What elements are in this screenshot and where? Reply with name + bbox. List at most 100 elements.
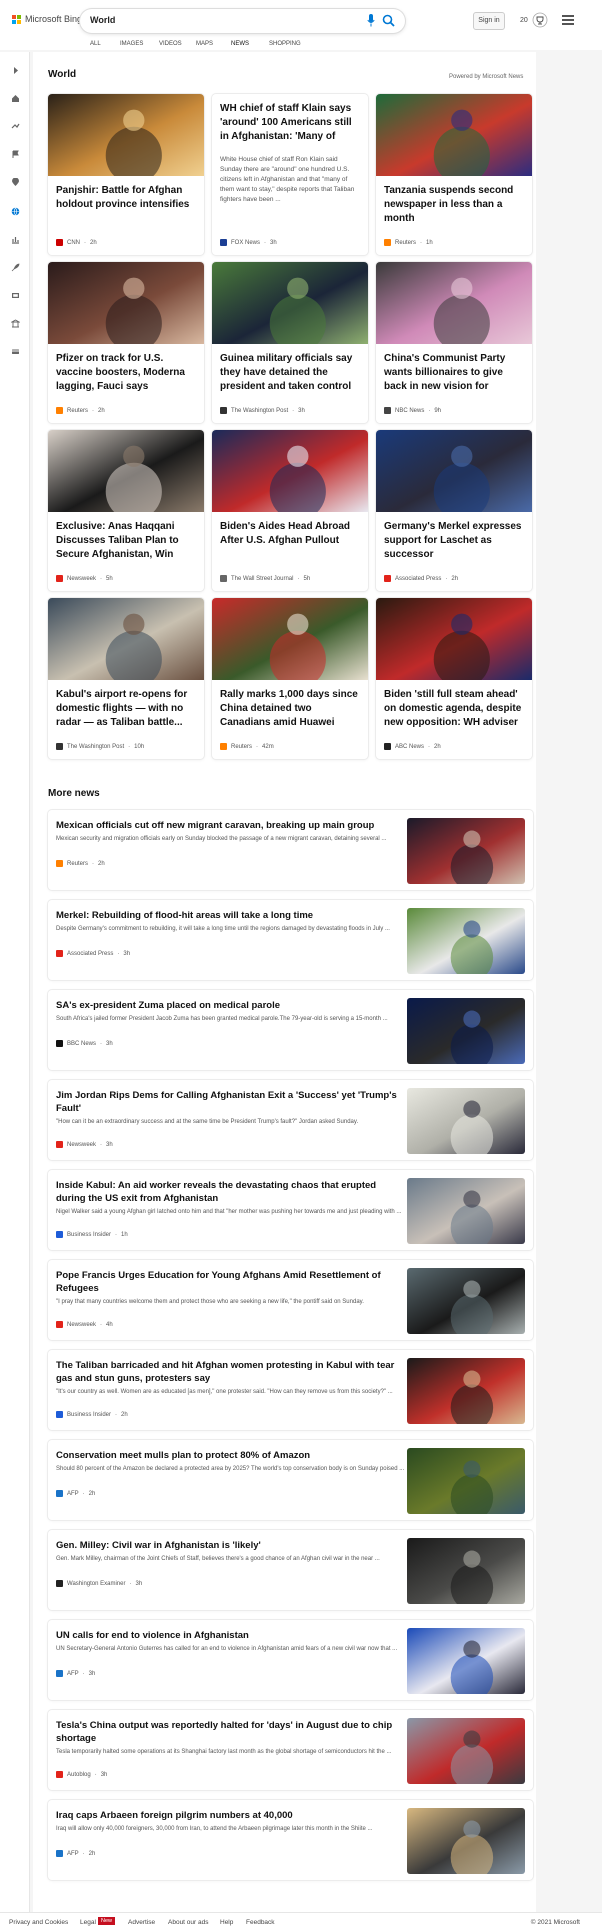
news-source[interactable]: Associated Press · 3h	[56, 950, 130, 957]
news-source[interactable]: AFP · 2h	[56, 1490, 95, 1497]
footer-link-legal[interactable]: Legal	[80, 1919, 96, 1926]
building-icon[interactable]	[11, 319, 20, 328]
exchange-icon[interactable]	[11, 122, 20, 131]
tab-news[interactable]: NEWS	[231, 41, 249, 56]
card-icon[interactable]	[11, 347, 20, 356]
card-title[interactable]: Kabul's airport re-opens for domestic fl…	[56, 688, 196, 730]
card-title[interactable]: Rally marks 1,000 days since China detai…	[220, 688, 360, 731]
news-card[interactable]: Kabul's airport re-opens for domestic fl…	[48, 598, 204, 759]
news-list-item[interactable]: Gen. Milley: Civil war in Afghanistan is…	[48, 1530, 533, 1610]
rewards-trophy-icon[interactable]	[532, 12, 548, 28]
news-title[interactable]: Tesla's China output was reportedly halt…	[56, 1719, 406, 1745]
news-card[interactable]: Panjshir: Battle for Afghan holdout prov…	[48, 94, 204, 255]
search-icon[interactable]	[382, 14, 395, 27]
news-list-item[interactable]: SA's ex-president Zuma placed on medical…	[48, 990, 533, 1070]
news-card[interactable]: Biden's Aides Head Abroad After U.S. Afg…	[212, 430, 368, 591]
news-card[interactable]: Guinea military officials say they have …	[212, 262, 368, 423]
microphone-icon[interactable]	[367, 14, 375, 27]
news-image[interactable]	[407, 1088, 525, 1160]
card-source[interactable]: CNN · 2h	[56, 239, 97, 246]
card-title[interactable]: Guinea military officials say they have …	[220, 352, 360, 395]
news-image[interactable]	[407, 818, 525, 890]
search-box[interactable]: World	[80, 9, 405, 33]
news-title[interactable]: Inside Kabul: An aid worker reveals the …	[56, 1179, 406, 1205]
news-image[interactable]	[407, 1628, 525, 1700]
bing-logo[interactable]: Microsoft Bing	[12, 14, 82, 24]
tab-all[interactable]: ALL	[90, 41, 101, 50]
news-title[interactable]: Iraq caps Arbaeen foreign pilgrim number…	[56, 1809, 406, 1822]
chart-icon[interactable]	[11, 235, 20, 244]
flag-icon[interactable]	[11, 150, 20, 159]
card-title[interactable]: WH chief of staff Klain says 'around' 10…	[220, 102, 360, 145]
news-image[interactable]	[407, 1808, 525, 1880]
card-title[interactable]: Panjshir: Battle for Afghan holdout prov…	[56, 184, 196, 212]
powered-by[interactable]: Powered by Microsoft News	[449, 74, 523, 80]
news-title[interactable]: The Taliban barricaded and hit Afghan wo…	[56, 1359, 406, 1385]
news-source[interactable]: Reuters · 2h	[56, 860, 105, 867]
news-card[interactable]: Exclusive: Anas Haqqani Discusses Taliba…	[48, 430, 204, 591]
news-source[interactable]: Autoblog · 3h	[56, 1771, 107, 1778]
card-source[interactable]: Newsweek · 5h	[56, 575, 113, 582]
news-image[interactable]	[407, 998, 525, 1070]
location-icon[interactable]	[11, 178, 20, 187]
tab-images[interactable]: IMAGES	[120, 41, 143, 50]
news-list-item[interactable]: Jim Jordan Rips Dems for Calling Afghani…	[48, 1080, 533, 1160]
news-card[interactable]: Pfizer on track for U.S. vaccine booster…	[48, 262, 204, 423]
news-title[interactable]: Conservation meet mulls plan to protect …	[56, 1449, 406, 1462]
card-image[interactable]	[212, 430, 368, 521]
rewards-points[interactable]: 20	[520, 17, 528, 24]
news-title[interactable]: Gen. Milley: Civil war in Afghanistan is…	[56, 1539, 406, 1552]
globe-icon[interactable]	[11, 207, 20, 216]
card-image[interactable]	[48, 94, 204, 185]
news-card[interactable]: WH chief of staff Klain says 'around' 10…	[212, 94, 368, 255]
tab-shopping[interactable]: SHOPPING	[269, 41, 301, 50]
footer-link-feedback[interactable]: Feedback	[246, 1919, 275, 1926]
news-card[interactable]: Tanzania suspends second newspaper in le…	[376, 94, 532, 255]
news-source[interactable]: Business Insider · 2h	[56, 1411, 128, 1418]
card-title[interactable]: Biden's Aides Head Abroad After U.S. Afg…	[220, 520, 360, 548]
news-source[interactable]: Newsweek · 3h	[56, 1141, 113, 1148]
news-image[interactable]	[407, 1268, 525, 1340]
news-title[interactable]: Pope Francis Urges Education for Young A…	[56, 1269, 406, 1295]
card-source[interactable]: NBC News · 9h	[384, 407, 441, 414]
news-source[interactable]: AFP · 2h	[56, 1850, 95, 1857]
film-icon[interactable]	[11, 291, 20, 300]
news-card[interactable]: Biden 'still full steam ahead' on domest…	[376, 598, 532, 759]
home-icon[interactable]	[11, 94, 20, 103]
card-source[interactable]: Reuters · 42m	[220, 743, 274, 750]
card-image[interactable]	[212, 262, 368, 353]
card-title[interactable]: Biden 'still full steam ahead' on domest…	[384, 688, 524, 730]
news-image[interactable]	[407, 1448, 525, 1520]
expand-icon[interactable]	[11, 66, 20, 75]
news-list-item[interactable]: The Taliban barricaded and hit Afghan wo…	[48, 1350, 533, 1430]
footer-link-advertise[interactable]: Advertise	[128, 1919, 155, 1926]
card-source[interactable]: Reuters · 2h	[56, 407, 105, 414]
news-source[interactable]: BBC News · 3h	[56, 1040, 113, 1047]
tab-videos[interactable]: VIDEOS	[159, 41, 182, 50]
card-image[interactable]	[376, 262, 532, 353]
card-image[interactable]	[376, 598, 532, 689]
news-image[interactable]	[407, 1178, 525, 1250]
search-input[interactable]: World	[90, 15, 115, 25]
rocket-icon[interactable]	[11, 263, 20, 272]
news-title[interactable]: Mexican officials cut off new migrant ca…	[56, 819, 406, 832]
card-title[interactable]: Tanzania suspends second newspaper in le…	[384, 184, 524, 226]
card-source[interactable]: The Washington Post · 10h	[56, 743, 144, 750]
news-list-item[interactable]: Conservation meet mulls plan to protect …	[48, 1440, 533, 1520]
news-title[interactable]: Merkel: Rebuilding of flood-hit areas wi…	[56, 909, 406, 922]
news-card[interactable]: China's Communist Party wants billionair…	[376, 262, 532, 423]
news-card[interactable]: Germany's Merkel expresses support for L…	[376, 430, 532, 591]
news-image[interactable]	[407, 1358, 525, 1430]
tab-maps[interactable]: MAPS	[196, 41, 213, 50]
card-title[interactable]: Pfizer on track for U.S. vaccine booster…	[56, 352, 196, 394]
news-list-item[interactable]: Mexican officials cut off new migrant ca…	[48, 810, 533, 890]
footer-link-help[interactable]: Help	[220, 1919, 233, 1926]
card-image[interactable]	[48, 262, 204, 353]
sign-in-button[interactable]: Sign in	[473, 12, 505, 30]
footer-link-about-our-ads[interactable]: About our ads	[168, 1919, 208, 1926]
news-card[interactable]: Rally marks 1,000 days since China detai…	[212, 598, 368, 759]
card-image[interactable]	[212, 598, 368, 689]
news-source[interactable]: Washington Examiner · 3h	[56, 1580, 142, 1587]
card-title[interactable]: Exclusive: Anas Haqqani Discusses Taliba…	[56, 520, 196, 563]
news-source[interactable]: Newsweek · 4h	[56, 1321, 113, 1328]
